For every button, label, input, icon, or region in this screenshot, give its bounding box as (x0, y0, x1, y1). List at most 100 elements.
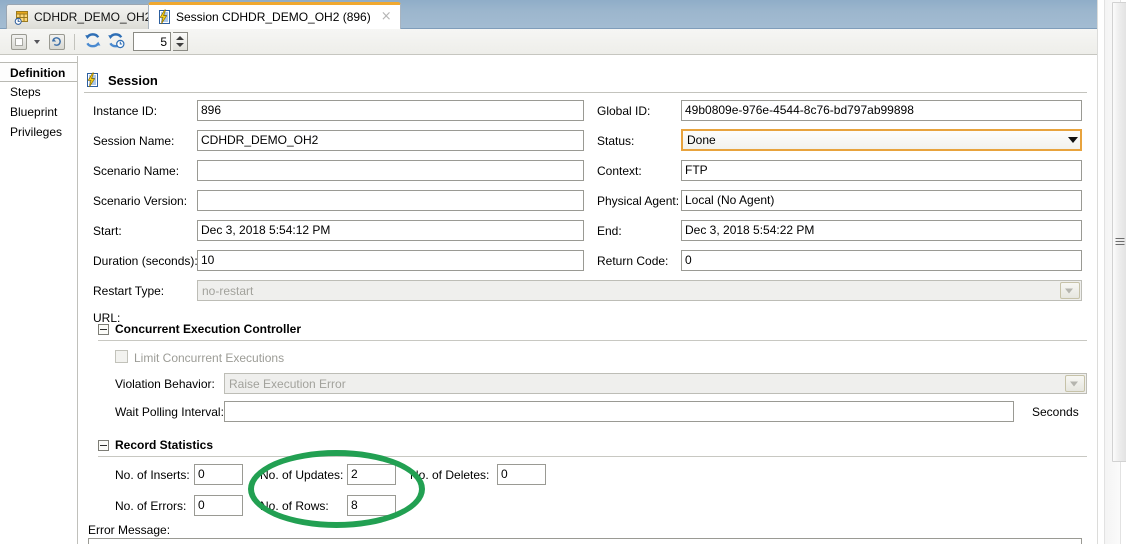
context-field[interactable]: FTP (681, 160, 1082, 181)
scenario-version-label: Scenario Version: (93, 194, 188, 208)
session-lightning-icon (156, 9, 172, 25)
physical-agent-label: Physical Agent: (597, 194, 680, 208)
no-of-errors-field[interactable]: 0 (194, 495, 243, 516)
group-header-label: Record Statistics (115, 438, 214, 452)
instance-id-label: Instance ID: (93, 104, 158, 118)
return-code-field[interactable]: 0 (681, 250, 1082, 271)
stepper-up-icon[interactable] (176, 36, 184, 40)
page-title-rule (84, 92, 1087, 93)
duration-field[interactable]: 10 (197, 250, 584, 271)
stop-icon (10, 33, 27, 50)
tab-session-cdhdr-demo-oh2[interactable]: Session CDHDR_DEMO_OH2 (896) × (148, 2, 401, 29)
status-label: Status: (597, 134, 635, 148)
error-message-label: Error Message: (88, 523, 171, 537)
sidebar-item-label: Blueprint (10, 105, 58, 119)
instance-id-field[interactable]: 896 (197, 100, 584, 121)
global-id-field[interactable]: 49b0809e-976e-4544-8c76-bd797ab99898 (681, 100, 1082, 121)
no-of-inserts-label: No. of Inserts: (115, 468, 190, 482)
scrollbar-grip-icon (1115, 238, 1124, 245)
toolbar-separator (74, 33, 75, 50)
stop-button[interactable] (8, 31, 29, 52)
violation-behavior-label: Violation Behavior: (115, 377, 215, 391)
record-statistics-header[interactable]: Record Statistics (98, 438, 213, 452)
restart-button[interactable] (46, 31, 67, 52)
no-of-deletes-field[interactable]: 0 (497, 464, 546, 485)
duration-label: Duration (seconds): (93, 254, 198, 268)
scenario-name-label: Scenario Name: (93, 164, 180, 178)
page-title: Session (84, 72, 158, 88)
return-code-label: Return Code: (597, 254, 669, 268)
end-field[interactable]: Dec 3, 2018 5:54:22 PM (681, 220, 1082, 241)
restart-type-value: no-restart (202, 283, 254, 298)
scenario-name-field[interactable] (197, 160, 584, 181)
auto-refresh-clock-icon (107, 32, 125, 52)
definition-sidebar: Definition Steps Blueprint Privileges (0, 56, 78, 544)
tab-label: CDHDR_DEMO_OH2 (34, 10, 152, 24)
no-of-updates-label: No. of Updates: (260, 468, 344, 482)
scrollbar-thumb[interactable] (1112, 2, 1126, 462)
auto-refresh-button[interactable] (105, 31, 126, 52)
sidebar-item-steps[interactable]: Steps (0, 82, 77, 102)
sidebar-item-label: Privileges (10, 125, 63, 139)
no-of-deletes-label: No. of Deletes: (410, 468, 490, 482)
refresh-button[interactable] (82, 31, 103, 52)
session-toolbar: 5 (0, 29, 1097, 55)
stepper-down-icon[interactable] (176, 43, 184, 47)
session-lightning-icon (84, 72, 100, 88)
stop-dropdown-arrow-icon[interactable] (34, 39, 40, 44)
context-label: Context: (597, 164, 642, 178)
sidebar-item-blueprint[interactable]: Blueprint (0, 102, 77, 122)
session-name-field[interactable]: CDHDR_DEMO_OH2 (197, 130, 584, 151)
sidebar-item-definition[interactable]: Definition (0, 62, 77, 82)
editor-body: Definition Steps Blueprint Privileges Se… (0, 56, 1097, 544)
vertical-scrollbar[interactable] (1097, 0, 1126, 544)
end-label: End: (597, 224, 622, 238)
no-of-inserts-field[interactable]: 0 (194, 464, 243, 485)
no-of-errors-label: No. of Errors: (115, 499, 187, 513)
collapse-minus-icon[interactable] (98, 323, 109, 335)
global-id-label: Global ID: (597, 104, 651, 118)
wait-polling-interval-label: Wait Polling Interval: (115, 405, 224, 419)
restart-type-label: Restart Type: (93, 284, 165, 298)
tab-close-icon[interactable]: × (379, 10, 394, 23)
wait-polling-units-label: Seconds (1032, 405, 1079, 419)
violation-behavior-select: Raise Execution Error (224, 373, 1087, 394)
concurrent-header-rule (98, 340, 1087, 341)
sidebar-item-label: Steps (10, 85, 41, 99)
table-clock-icon (14, 9, 30, 25)
status-value: Done (687, 133, 716, 147)
no-of-updates-field[interactable]: 2 (347, 464, 396, 485)
wait-polling-interval-field[interactable] (224, 401, 1014, 422)
collapse-minus-icon[interactable] (98, 439, 109, 451)
tab-label: Session CDHDR_DEMO_OH2 (896) (176, 10, 371, 24)
restart-type-select: no-restart (197, 280, 1082, 301)
status-select[interactable]: Done (681, 129, 1082, 151)
limit-concurrent-executions-label: Limit Concurrent Executions (134, 351, 285, 365)
refresh-icon (84, 32, 102, 52)
error-message-textarea[interactable] (88, 538, 1082, 544)
refresh-interval-stepper[interactable] (173, 32, 188, 51)
scrollbar-track[interactable] (1104, 0, 1126, 544)
concurrent-execution-controller-header[interactable]: Concurrent Execution Controller (98, 322, 301, 336)
editor-tab-strip: CDHDR_DEMO_OH2 × Session CDHDR_DEMO_OH2 … (0, 0, 1097, 29)
restart-icon (48, 33, 65, 50)
no-of-rows-label: No. of Rows: (260, 499, 329, 513)
violation-behavior-value: Raise Execution Error (229, 376, 346, 391)
group-header-label: Concurrent Execution Controller (115, 322, 302, 336)
sidebar-item-label: Definition (10, 66, 66, 80)
session-name-label: Session Name: (93, 134, 175, 148)
physical-agent-field[interactable]: Local (No Agent) (681, 190, 1082, 211)
chevron-down-icon (1065, 288, 1073, 293)
sidebar-item-privileges[interactable]: Privileges (0, 122, 77, 142)
scenario-version-field[interactable] (197, 190, 584, 211)
definition-panel: Session Instance ID: 896 Session Name: C… (79, 56, 1097, 544)
start-field[interactable]: Dec 3, 2018 5:54:12 PM (197, 220, 584, 241)
application-window: CDHDR_DEMO_OH2 × Session CDHDR_DEMO_OH2 … (0, 0, 1126, 544)
no-of-rows-field[interactable]: 8 (347, 495, 396, 516)
refresh-interval-input[interactable]: 5 (133, 32, 171, 51)
start-label: Start: (93, 224, 122, 238)
page-title-label: Session (108, 72, 158, 88)
limit-concurrent-executions-checkbox (115, 350, 128, 363)
chevron-down-icon (1070, 381, 1078, 386)
chevron-down-icon[interactable] (1068, 137, 1078, 143)
